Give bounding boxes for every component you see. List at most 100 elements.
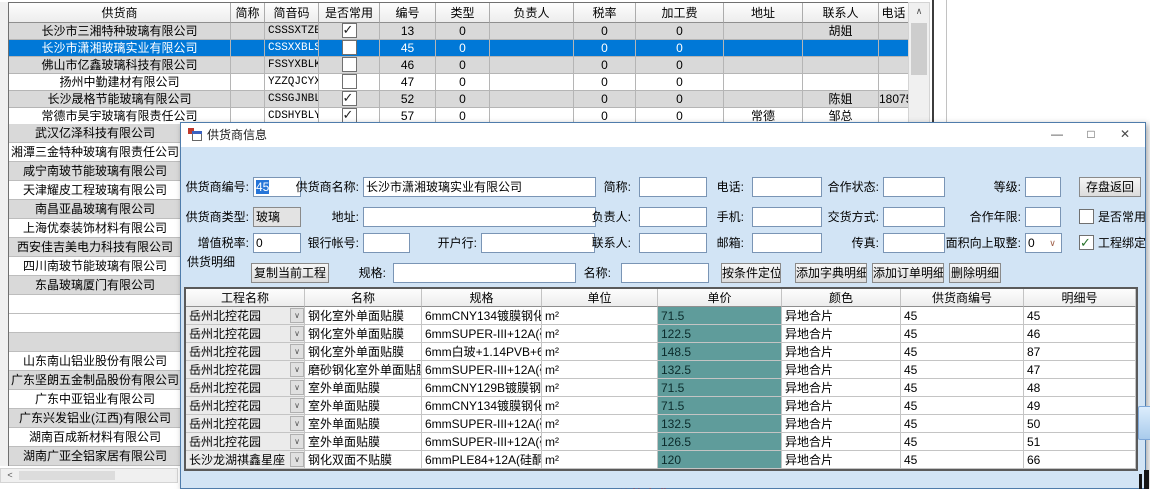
coop-years-field[interactable] bbox=[1025, 207, 1061, 227]
detail-row[interactable]: 长沙龙湖祺鑫星座∨钢化双面不贴膜6mmPLE84+12A(硅酮胶...m²120… bbox=[186, 451, 1136, 469]
chevron-down-icon[interactable]: ∨ bbox=[290, 344, 304, 359]
supplier-row[interactable] bbox=[9, 314, 181, 333]
common-use-cell[interactable] bbox=[319, 91, 380, 108]
chevron-down-icon[interactable]: ∨ bbox=[290, 380, 304, 395]
detail-row[interactable]: 岳州北控花园∨室外单面贴膜6mmCNY129B镀膜钢化m²71.5异地合片454… bbox=[186, 379, 1136, 397]
column-header[interactable]: 单位 bbox=[542, 289, 658, 307]
column-header[interactable]: 单价 bbox=[658, 289, 782, 307]
chevron-down-icon[interactable]: ∨ bbox=[290, 308, 304, 323]
column-header[interactable]: 供货商 bbox=[9, 3, 231, 23]
supplier-row[interactable]: 咸宁南玻节能玻璃有限公司 bbox=[9, 162, 181, 181]
supplier-name-field[interactable]: 长沙市潇湘玻璃实业有限公司 bbox=[363, 177, 596, 197]
spec-filter-field[interactable] bbox=[393, 263, 576, 283]
area-roundup-combo[interactable]: 0∨ bbox=[1025, 233, 1062, 253]
project-bind-checkbox[interactable]: 工程绑定 bbox=[1079, 233, 1146, 253]
supplier-row[interactable]: 上海优泰装饰材料有限公司 bbox=[9, 219, 181, 238]
chevron-down-icon[interactable]: ∨ bbox=[290, 416, 304, 431]
supplier-row[interactable]: 长沙市三湘特种玻璃有限公司CSSSXTZBL..13000胡姐 bbox=[9, 23, 909, 40]
column-header[interactable]: 颜色 bbox=[782, 289, 901, 307]
supplier-row[interactable]: 广东中亚铝业有限公司 bbox=[9, 390, 181, 409]
project-combo-cell[interactable]: 岳州北控花园∨ bbox=[186, 433, 305, 451]
delivery-mode-field[interactable] bbox=[883, 207, 945, 227]
address-field[interactable] bbox=[363, 207, 596, 227]
supplier-row[interactable]: 东晶玻璃厦门有限公司 bbox=[9, 276, 181, 295]
column-header[interactable]: 明细号 bbox=[1024, 289, 1136, 307]
chevron-down-icon[interactable]: ∨ bbox=[290, 398, 304, 413]
minimize-button[interactable]: — bbox=[1041, 123, 1073, 146]
supplier-row[interactable]: 广东兴发铝业(江西)有限公司 bbox=[9, 409, 181, 428]
supplier-row[interactable]: 扬州中勤建材有限公司YZZQJCYXGS47000 bbox=[9, 74, 909, 91]
column-header[interactable]: 是否常用 bbox=[319, 3, 380, 23]
project-combo-cell[interactable]: 岳州北控花园∨ bbox=[186, 343, 305, 361]
vertical-scrollbar[interactable]: ∧ bbox=[908, 2, 930, 124]
supplier-row[interactable] bbox=[9, 333, 181, 352]
delete-detail-button[interactable]: 删除明细 bbox=[949, 263, 1001, 283]
scrollbar-thumb[interactable] bbox=[911, 23, 927, 75]
supplier-row[interactable]: 湖南百成新材料有限公司 bbox=[9, 428, 181, 447]
chevron-down-icon[interactable]: ∨ bbox=[290, 434, 304, 449]
supplier-row[interactable]: 湘潭三金特种玻璃有限责任公司 bbox=[9, 143, 181, 162]
maximize-button[interactable]: □ bbox=[1075, 123, 1107, 146]
supplier-row[interactable]: 广东坚朗五金制品股份有限公司 bbox=[9, 371, 181, 390]
chevron-down-icon[interactable]: ∨ bbox=[290, 452, 304, 467]
chevron-down-icon[interactable]: ∨ bbox=[290, 362, 304, 377]
column-header[interactable]: 联系人 bbox=[803, 3, 879, 23]
common-use-cell[interactable] bbox=[319, 57, 380, 74]
scroll-left-icon[interactable]: < bbox=[3, 469, 17, 482]
close-button[interactable]: ✕ bbox=[1109, 123, 1141, 146]
supplier-row[interactable]: 武汉亿泽科技有限公司 bbox=[9, 124, 181, 143]
detail-row[interactable]: 岳州北控花园∨钢化室外单面贴膜6mmSUPER-III+12A(硅...m²12… bbox=[186, 325, 1136, 343]
coop-status-field[interactable] bbox=[883, 177, 945, 197]
supplier-row[interactable]: 山东南山铝业股份有限公司 bbox=[9, 352, 181, 371]
project-combo-cell[interactable]: 岳州北控花园∨ bbox=[186, 397, 305, 415]
project-combo-cell[interactable]: 长沙龙湖祺鑫星座∨ bbox=[186, 451, 305, 469]
common-use-cell[interactable] bbox=[319, 23, 380, 40]
supplier-row[interactable]: 长沙晟格节能玻璃有限公司CSSGJNBLYXGS52000陈姐180751 bbox=[9, 91, 909, 108]
column-header[interactable]: 简音码 bbox=[265, 3, 319, 23]
locate-by-condition-button[interactable]: 按条件定位 bbox=[721, 263, 781, 283]
checkbox-checked-icon[interactable] bbox=[342, 23, 357, 38]
chevron-down-icon[interactable]: ∨ bbox=[290, 326, 304, 341]
common-use-checkbox[interactable]: 是否常用 bbox=[1079, 207, 1146, 227]
add-order-detail-button[interactable]: 添加订单明细 bbox=[872, 263, 944, 283]
project-combo-cell[interactable]: 岳州北控花园∨ bbox=[186, 379, 305, 397]
name-filter-field[interactable] bbox=[621, 263, 709, 283]
add-dict-detail-button[interactable]: 添加字典明细 bbox=[795, 263, 867, 283]
supplier-row[interactable]: 南昌亚晶玻璃有限公司 bbox=[9, 200, 181, 219]
checkbox-icon[interactable] bbox=[342, 40, 357, 55]
checkbox-icon[interactable] bbox=[1079, 209, 1094, 224]
project-combo-cell[interactable]: 岳州北控花园∨ bbox=[186, 307, 305, 325]
column-header[interactable]: 供货商编号 bbox=[901, 289, 1024, 307]
column-header[interactable]: 简称 bbox=[231, 3, 265, 23]
supplier-row[interactable]: 湖南广亚全铝家居有限公司 bbox=[9, 447, 181, 466]
detail-row[interactable]: 岳州北控花园∨室外单面贴膜6mmSUPER-III+12A(硅...m²126.… bbox=[186, 433, 1136, 451]
column-header[interactable]: 税率 bbox=[574, 3, 636, 23]
column-header[interactable]: 地址 bbox=[724, 3, 803, 23]
dialog-title-bar[interactable]: 供货商信息 — □ ✕ bbox=[181, 123, 1145, 147]
detail-row[interactable]: 岳州北控花园∨室外单面贴膜6mmSUPER-III+12A(硅...m²132.… bbox=[186, 415, 1136, 433]
column-header[interactable]: 类型 bbox=[436, 3, 490, 23]
detail-row[interactable]: 岳州北控花园∨室外单面贴膜6mmCNY134镀膜钢化m²71.5异地合片4549 bbox=[186, 397, 1136, 415]
column-header[interactable]: 负责人 bbox=[490, 3, 574, 23]
column-header[interactable]: 加工费 bbox=[636, 3, 724, 23]
supplier-row[interactable]: 天津耀皮工程玻璃有限公司 bbox=[9, 181, 181, 200]
detail-row[interactable]: 岳州北控花园∨钢化室外单面贴膜6mm白玻+1.14PVB+6mm...m²148… bbox=[186, 343, 1136, 361]
column-header[interactable]: 名称 bbox=[305, 289, 422, 307]
horizontal-scrollbar[interactable]: < bbox=[0, 468, 178, 483]
column-header[interactable]: 工程名称 bbox=[186, 289, 305, 307]
checkbox-checked-icon[interactable] bbox=[1079, 235, 1094, 250]
checkbox-icon[interactable] bbox=[342, 74, 357, 89]
column-header[interactable]: 规格 bbox=[422, 289, 542, 307]
detail-row[interactable]: 岳州北控花园∨磨砂钢化室外单面贴膜6mmSUPER-III+12A(硅...m²… bbox=[186, 361, 1136, 379]
scroll-up-icon[interactable]: ∧ bbox=[909, 3, 929, 20]
save-return-button[interactable]: 存盘返回 bbox=[1079, 177, 1141, 197]
supplier-row[interactable] bbox=[9, 295, 181, 314]
project-combo-cell[interactable]: 岳州北控花园∨ bbox=[186, 415, 305, 433]
copy-project-button[interactable]: 复制当前工程 bbox=[251, 263, 329, 283]
project-combo-cell[interactable]: 岳州北控花园∨ bbox=[186, 325, 305, 343]
supplier-row[interactable]: 西安佳吉美电力科技有限公司 bbox=[9, 238, 181, 257]
bank-account-field[interactable] bbox=[363, 233, 410, 253]
supplier-row[interactable]: 四川南玻节能玻璃有限公司 bbox=[9, 257, 181, 276]
column-header[interactable]: 电话 bbox=[879, 3, 909, 23]
common-use-cell[interactable] bbox=[319, 40, 380, 57]
